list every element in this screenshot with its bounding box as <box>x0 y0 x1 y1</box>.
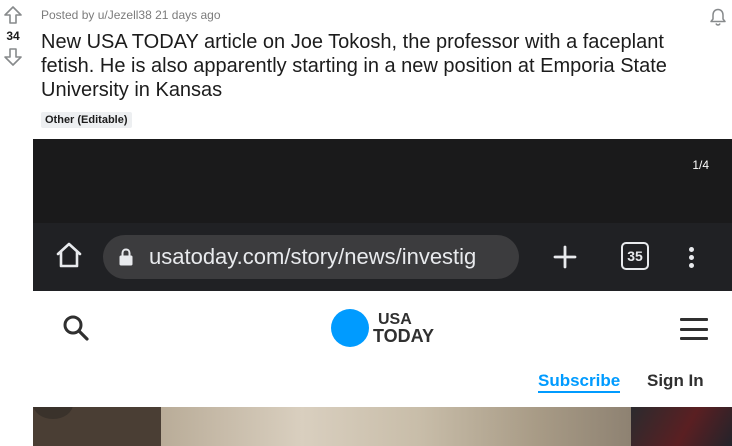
usatoday-logo: USA TODAY <box>331 309 434 347</box>
tab-count: 35 <box>627 248 643 264</box>
downvote-icon[interactable] <box>2 46 24 68</box>
upvote-icon[interactable] <box>2 4 24 26</box>
url-text: usatoday.com/story/news/investig <box>149 244 477 269</box>
address-bar: usatoday.com/story/news/investig <box>103 235 519 279</box>
tabs-icon: 35 <box>621 242 649 270</box>
posted-by-label: Posted by <box>41 8 95 22</box>
home-icon <box>51 237 87 273</box>
post-title[interactable]: New USA TODAY article on Joe Tokosh, the… <box>41 30 701 102</box>
author-link[interactable]: u/Jezell38 <box>98 8 152 22</box>
article-photo <box>33 407 732 446</box>
hamburger-icon <box>680 318 708 340</box>
logo-line2: TODAY <box>373 326 435 346</box>
logo-dot <box>331 309 369 347</box>
plus-icon <box>549 241 581 273</box>
post-meta: Posted by u/Jezell38 21 days ago <box>41 8 221 22</box>
post-flair[interactable]: Other (Editable) <box>41 112 132 128</box>
vote-score: 34 <box>6 29 20 43</box>
browser-toolbar: usatoday.com/story/news/investig 35 <box>33 223 732 291</box>
usatoday-header: USA TODAY Subscribe Sign In <box>33 291 732 407</box>
vote-column: 34 <box>0 4 26 68</box>
lock-icon <box>119 248 133 266</box>
subscribe-link: Subscribe <box>538 371 621 393</box>
post-age: 21 days ago <box>155 8 221 22</box>
bell-icon[interactable] <box>707 6 729 28</box>
post-gallery[interactable]: 1/4 usatoday.com/story/news/investig 35 … <box>33 139 732 446</box>
search-icon <box>63 315 89 341</box>
gallery-counter: 1/4 <box>692 158 709 172</box>
sign-in-link: Sign In <box>647 371 704 390</box>
kebab-icon <box>681 239 701 275</box>
